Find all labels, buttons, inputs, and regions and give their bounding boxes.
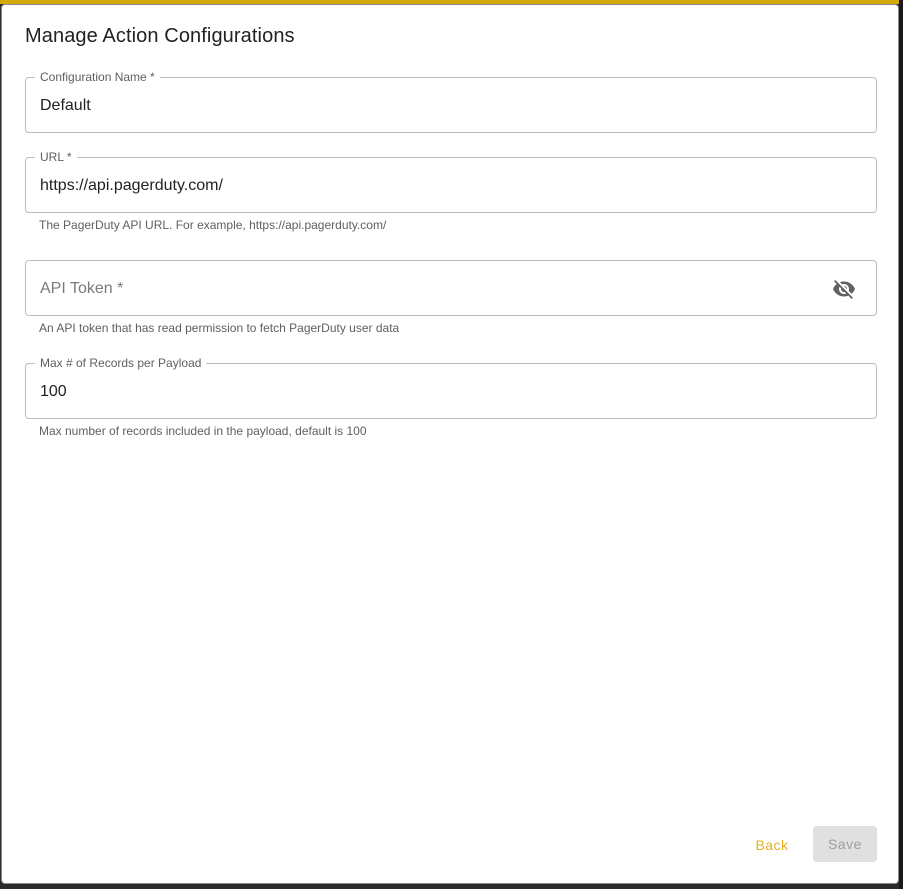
background-overlay: [899, 0, 903, 889]
max-records-field[interactable]: Max # of Records per Payload 100: [25, 356, 877, 419]
save-button[interactable]: Save: [813, 826, 877, 862]
back-button[interactable]: Back: [744, 827, 800, 863]
max-records-helper-text: Max number of records included in the pa…: [39, 424, 367, 438]
configuration-name-field[interactable]: Configuration Name * Default: [25, 70, 877, 133]
url-label: URL *: [35, 150, 77, 164]
dialog-title: Manage Action Configurations: [25, 25, 295, 47]
manage-action-configurations-dialog: Manage Action Configurations Configurati…: [1, 4, 899, 884]
max-records-value[interactable]: 100: [40, 382, 67, 402]
api-token-field[interactable]: API Token *: [25, 260, 877, 316]
url-field[interactable]: URL * https://api.pagerduty.com/: [25, 150, 877, 213]
api-token-label: API Token *: [40, 280, 124, 297]
url-helper-text: The PagerDuty API URL. For example, http…: [39, 218, 387, 232]
api-token-helper-text: An API token that has read permission to…: [39, 321, 400, 335]
configuration-name-value[interactable]: Default: [40, 96, 91, 116]
max-records-label: Max # of Records per Payload: [35, 356, 207, 370]
visibility-off-icon[interactable]: [832, 277, 856, 301]
configuration-name-label: Configuration Name *: [35, 70, 160, 84]
url-value[interactable]: https://api.pagerduty.com/: [40, 176, 223, 196]
